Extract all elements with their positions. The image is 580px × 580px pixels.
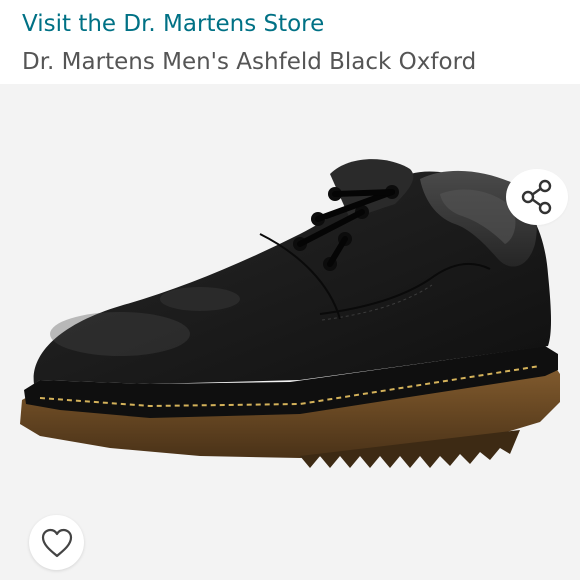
product-image: [20, 159, 560, 468]
heart-icon: [41, 528, 72, 557]
share-icon: [521, 179, 552, 215]
product-image-area[interactable]: [0, 84, 580, 580]
store-link[interactable]: Visit the Dr. Martens Store: [22, 8, 324, 40]
favorite-button[interactable]: [29, 515, 84, 570]
product-title: Dr. Martens Men's Ashfeld Black Oxford: [22, 49, 477, 75]
share-button[interactable]: [506, 169, 568, 225]
